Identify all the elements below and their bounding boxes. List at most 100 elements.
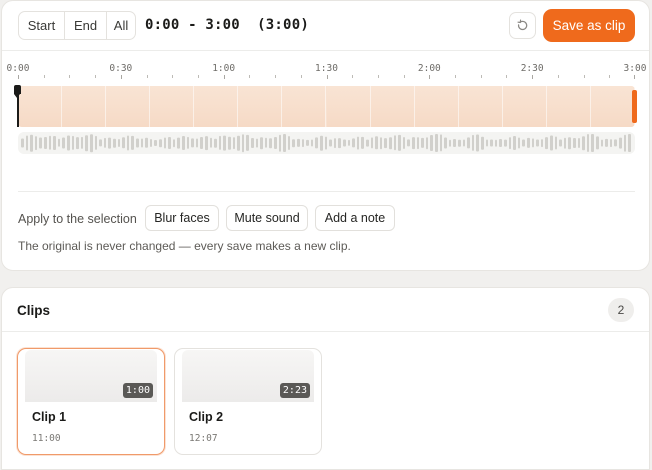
waveform-bar: [366, 139, 369, 147]
waveform-bar: [333, 138, 337, 148]
ruler-tick: [429, 75, 431, 79]
ruler-tick: [634, 75, 635, 79]
mute-sound-button[interactable]: Mute sound: [226, 205, 308, 231]
clip-duration-badge: 2:23: [279, 383, 310, 398]
ruler-tick: [300, 75, 302, 78]
waveform-bar: [416, 137, 420, 149]
toolbar-divider: [2, 50, 649, 51]
waveform-bar: [384, 138, 387, 148]
waveform-bar: [329, 139, 332, 147]
waveform-bar: [200, 136, 203, 150]
blur-faces-button[interactable]: Blur faces: [145, 205, 219, 231]
waveform-bar: [163, 137, 167, 149]
waveform-bar: [306, 139, 309, 147]
waveform-bar: [485, 139, 489, 147]
time-ruler: 0:00 0:30 1:00 1:30 2:00 2:30 3:00: [2, 63, 649, 75]
clips-header-divider: [2, 331, 649, 332]
clips-panel: Clips 2 1:00 Clip 1 11:00 2:23 Clip 2 12…: [1, 287, 650, 470]
waveform-bar: [71, 135, 75, 151]
clip-card[interactable]: 1:00 Clip 1 11:00: [17, 348, 165, 455]
waveform-bar: [131, 135, 134, 151]
ruler-tick: [377, 75, 379, 78]
waveform-bar: [159, 139, 162, 147]
ruler-tick-label: 1:30: [315, 63, 338, 74]
waveform-bar: [186, 136, 190, 150]
waveform-bar: [375, 136, 378, 150]
ruler-tick: [223, 75, 225, 79]
waveform-bar: [145, 137, 148, 149]
actions-divider: [18, 191, 635, 192]
waveform-bar: [310, 139, 314, 147]
audio-waveform[interactable]: [18, 132, 635, 154]
clips-count-badge: 2: [608, 298, 634, 322]
waveform-bar: [274, 137, 277, 149]
waveform-bar: [352, 138, 355, 148]
start-button[interactable]: Start: [19, 12, 65, 39]
filmstrip-frame: [502, 86, 547, 127]
waveform-bar: [471, 134, 475, 152]
ruler-tick-label: 0:30: [109, 63, 133, 74]
waveform-bar: [476, 134, 479, 152]
waveform-bar: [278, 134, 282, 152]
waveform-bar: [320, 135, 323, 151]
waveform-bar: [458, 139, 461, 147]
waveform-bar: [218, 135, 222, 151]
waveform-bar: [577, 138, 581, 148]
waveform-bar: [609, 139, 613, 147]
clip-card[interactable]: 2:23 Clip 2 12:07: [174, 348, 322, 455]
ruler-tick: [352, 75, 354, 78]
waveform-bar: [324, 136, 328, 150]
waveform-bar: [568, 137, 571, 149]
waveform-bar: [361, 136, 364, 150]
waveform-bar: [172, 139, 176, 147]
waveform-bar: [522, 139, 525, 147]
filmstrip-frame: [150, 86, 195, 127]
waveform-bar: [481, 136, 484, 150]
all-button[interactable]: All: [107, 12, 135, 39]
waveform-bar: [99, 139, 102, 147]
waveform-bar: [623, 134, 627, 152]
ruler-tick-label: 2:30: [520, 63, 544, 74]
waveform-bar: [453, 139, 456, 147]
ruler-tick: [532, 75, 534, 79]
waveform-bar: [513, 136, 516, 150]
apply-to-selection-label: Apply to the selection: [18, 212, 137, 226]
waveform-bar: [251, 138, 254, 148]
waveform-bar: [122, 137, 125, 149]
time-ruler-ticks: [18, 75, 635, 79]
waveform-bar: [44, 137, 47, 149]
save-as-clip-button[interactable]: Save as clip: [543, 9, 635, 42]
ruler-tick: [249, 75, 251, 78]
waveform-bar: [30, 134, 33, 152]
waveform-bar: [550, 135, 553, 151]
waveform-bar: [90, 134, 93, 152]
ruler-tick: [172, 75, 174, 78]
waveform-bar: [563, 137, 567, 149]
waveform-bar: [398, 134, 401, 152]
selection-end-handle[interactable]: [632, 90, 637, 123]
filmstrip-frame: [590, 86, 635, 127]
waveform-bar: [389, 137, 392, 149]
filmstrip-frame: [414, 86, 459, 127]
waveform-bar: [177, 137, 180, 149]
waveform-bar: [76, 137, 79, 149]
end-button[interactable]: End: [65, 12, 107, 39]
waveform-bar: [209, 137, 213, 149]
waveform-bar: [448, 139, 452, 147]
waveform-bar: [57, 138, 61, 148]
filmstrip-timeline[interactable]: [18, 86, 635, 127]
waveform-bar: [614, 139, 617, 147]
waveform-bar: [67, 135, 70, 151]
clip-editor-panel: Start End All 0:00 - 3:00 (3:00) Save as…: [1, 0, 650, 271]
waveform-bar: [536, 139, 539, 147]
reset-button[interactable]: [509, 12, 536, 39]
add-note-button[interactable]: Add a note: [315, 205, 395, 231]
waveform-bar: [586, 134, 590, 152]
ruler-tick: [455, 75, 457, 78]
ruler-tick: [18, 75, 19, 79]
waveform-bar: [205, 136, 208, 150]
playhead[interactable]: [14, 85, 21, 127]
filmstrip-frame: [546, 86, 591, 127]
waveform-bar: [246, 134, 249, 152]
waveform-bar: [195, 138, 199, 148]
